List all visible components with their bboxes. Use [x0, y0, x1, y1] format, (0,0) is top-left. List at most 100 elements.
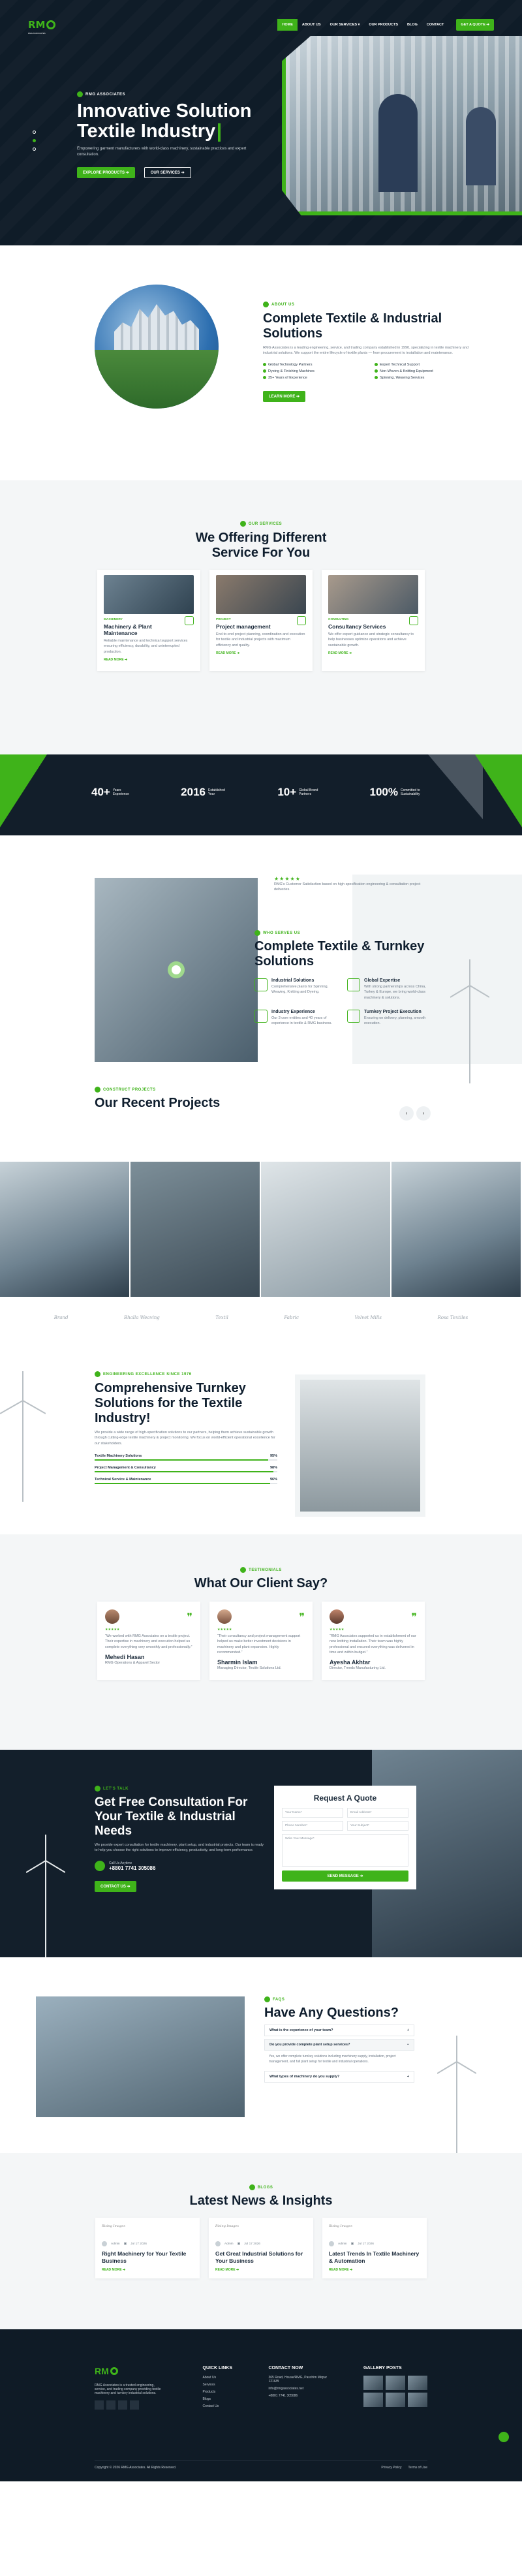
- testimonial-text: “RMG Associates supported us in establis…: [330, 1634, 416, 1654]
- footer-logo[interactable]: RM: [95, 2366, 166, 2380]
- hero-title-line2: Textile Industry: [77, 121, 216, 142]
- partner-logos: Brand Bhalla Weaving Textil Fabric Velve…: [0, 1297, 522, 1339]
- gallery-thumb[interactable]: [363, 2376, 383, 2390]
- nav-item-home[interactable]: HOME: [277, 19, 298, 31]
- slider-dot[interactable]: [33, 147, 36, 151]
- stat-label: Years Experience: [112, 788, 129, 797]
- item-desc: With strong partnerships across China, T…: [364, 985, 426, 1000]
- prev-arrow-icon[interactable]: ‹: [399, 1106, 414, 1121]
- read-more-link[interactable]: READ MORE ➔: [102, 2268, 193, 2272]
- blog-title[interactable]: Get Great Industrial Solutions for Your …: [215, 2250, 307, 2264]
- footer-link[interactable]: Contact Us: [203, 2404, 233, 2408]
- next-arrow-icon[interactable]: ›: [416, 1106, 431, 1121]
- faq-question-open[interactable]: Do you provide complete plant setup serv…: [264, 2039, 414, 2051]
- footer-link[interactable]: Blogs: [203, 2397, 233, 2401]
- gear-icon: [46, 20, 56, 29]
- service-card[interactable]: PROJECT Project management End-to-end pr…: [209, 570, 313, 671]
- avatar: [217, 1609, 232, 1624]
- footer-gallery: GALLERY POSTS: [363, 2366, 427, 2412]
- nav-item-services[interactable]: OUR SERVICES ▾: [326, 19, 365, 31]
- read-more-link[interactable]: READ MORE ➔: [329, 2268, 420, 2272]
- privacy-link[interactable]: Privacy Policy: [381, 2466, 401, 2470]
- our-services-button[interactable]: OUR SERVICES ➔: [144, 166, 191, 178]
- gallery-thumb[interactable]: [363, 2393, 383, 2407]
- project-image[interactable]: [0, 1162, 130, 1297]
- read-more-link[interactable]: READ MORE ➔: [215, 2268, 307, 2272]
- faq-question[interactable]: What types of machinery do you supply? +: [264, 2071, 414, 2083]
- message-field[interactable]: Write Your Message*: [282, 1834, 408, 1867]
- explore-products-button[interactable]: EXPLORE PRODUCTS ➔: [77, 166, 135, 178]
- service-title: Consultancy Services: [328, 623, 386, 630]
- linkedin-icon[interactable]: [118, 2400, 127, 2410]
- footer-link[interactable]: Products: [203, 2390, 233, 2394]
- service-card[interactable]: CONSULTING Consultancy Services We offer…: [322, 570, 425, 671]
- phone-field[interactable]: Phone Number*: [282, 1821, 343, 1831]
- name-field[interactable]: Your Name*: [282, 1808, 343, 1818]
- nav-item-products[interactable]: OUR PRODUCTS: [364, 19, 403, 31]
- avatar: [105, 1609, 119, 1624]
- gallery-thumb[interactable]: [386, 2393, 405, 2407]
- logo-text: RM: [95, 2366, 109, 2376]
- service-card[interactable]: MACHINERY Machinery & Plant Maintenance …: [97, 570, 200, 671]
- footer-link[interactable]: Services: [203, 2383, 233, 2387]
- bar-fill: [95, 1459, 268, 1461]
- read-more-link[interactable]: READ MORE ➔: [328, 651, 418, 655]
- project-image[interactable]: [130, 1162, 261, 1297]
- phone-number[interactable]: +8801 7741 305086: [109, 1865, 155, 1871]
- nav-item-about[interactable]: ABOUT US: [298, 19, 326, 31]
- author-avatar: [215, 2241, 221, 2246]
- blog-author: Admin: [224, 2242, 234, 2246]
- send-message-button[interactable]: SEND MESSAGE ➔: [282, 1870, 408, 1882]
- blog-card[interactable]: Rising Images Admin ▣ Jul 17 2026 Right Mach…: [95, 2218, 200, 2279]
- play-icon[interactable]: [168, 961, 185, 978]
- blog-title[interactable]: Latest Trends In Textile Machinery & Aut…: [329, 2250, 420, 2264]
- gallery-thumb[interactable]: [386, 2376, 405, 2390]
- project-image[interactable]: [261, 1162, 392, 1297]
- facebook-icon[interactable]: [95, 2400, 104, 2410]
- terms-link[interactable]: Terms of Use: [408, 2466, 427, 2470]
- blog-card[interactable]: Rising Images Admin ▣ Jul 17 2026 Get Great …: [209, 2218, 313, 2279]
- turnkey-title: Complete Textile & Turnkey Solutions: [254, 939, 425, 969]
- feature-item: Dyeing & Finishing Machines: [263, 369, 367, 373]
- project-image[interactable]: [392, 1162, 522, 1297]
- read-more-link[interactable]: READ MORE ➔: [104, 658, 194, 662]
- testimonial-cards: ❞ ★★★★★ “We worked with RMG Associates on …: [0, 1602, 522, 1681]
- gallery-thumb[interactable]: [408, 2376, 427, 2390]
- calendar-icon: ▣: [350, 2242, 354, 2246]
- footer-columns: RM RMG Associates is a trusted engineeri…: [95, 2366, 427, 2412]
- faq-question[interactable]: What is the experience of your team? +: [264, 2025, 414, 2036]
- main-nav: RM RMG ASSOCIATES HOME ABOUT US OUR SERV…: [28, 17, 494, 35]
- youtube-icon[interactable]: [130, 2400, 139, 2410]
- slider-dot-active[interactable]: [33, 139, 36, 142]
- whatsapp-icon[interactable]: [499, 2432, 509, 2442]
- slider-dot[interactable]: [33, 131, 36, 134]
- nav-item-blog[interactable]: BLOG: [403, 19, 422, 31]
- faq-title: Have Any Questions?: [264, 2006, 399, 2020]
- footer-phone[interactable]: +8801 7741 305086: [269, 2394, 328, 2398]
- globe-land: [95, 350, 219, 409]
- learn-more-button[interactable]: LEARN MORE ➔: [263, 390, 306, 402]
- testimonial-text: “Their consultancy and project managemen…: [217, 1634, 301, 1654]
- footer-email[interactable]: info@rmgassociates.net: [269, 2387, 328, 2391]
- get-quote-button[interactable]: GET A QUOTE ➔: [456, 19, 494, 31]
- footer-link[interactable]: About Us: [203, 2376, 233, 2380]
- author-avatar: [329, 2241, 334, 2246]
- subject-field[interactable]: Your Subject*: [347, 1821, 408, 1831]
- gallery-thumb[interactable]: [408, 2393, 427, 2407]
- feature-item: Expert Technical Support: [375, 363, 478, 367]
- testimonial-text: “We worked with RMG Associates on a text…: [105, 1634, 192, 1649]
- turnkey-item: Industrial Solutions Comprehensive plants…: [254, 978, 338, 1001]
- blog-card[interactable]: Rising Images Admin ▣ Jul 17 2026 Latest Tre…: [322, 2218, 427, 2279]
- nav-item-contact[interactable]: CONTACT: [422, 19, 448, 31]
- contact-us-button[interactable]: CONTACT US ➔: [95, 1881, 136, 1893]
- email-field[interactable]: Email Address*: [347, 1808, 408, 1818]
- twitter-icon[interactable]: [106, 2400, 115, 2410]
- logo[interactable]: RM RMG ASSOCIATES: [28, 19, 56, 35]
- about-title: Complete Textile & Industrial Solutions: [263, 311, 442, 341]
- blog-meta: Admin ▣ Jul 17 2026: [329, 2241, 420, 2246]
- partner-logo: Textil: [215, 1315, 228, 1320]
- read-more-link[interactable]: READ MORE ➔: [216, 651, 306, 655]
- faq-answer: Yes, we offer complete turnkey solutions…: [269, 2055, 396, 2064]
- rating-stars: ★★★★★: [105, 1628, 120, 1632]
- blog-title[interactable]: Right Machinery for Your Textile Busines…: [102, 2250, 193, 2264]
